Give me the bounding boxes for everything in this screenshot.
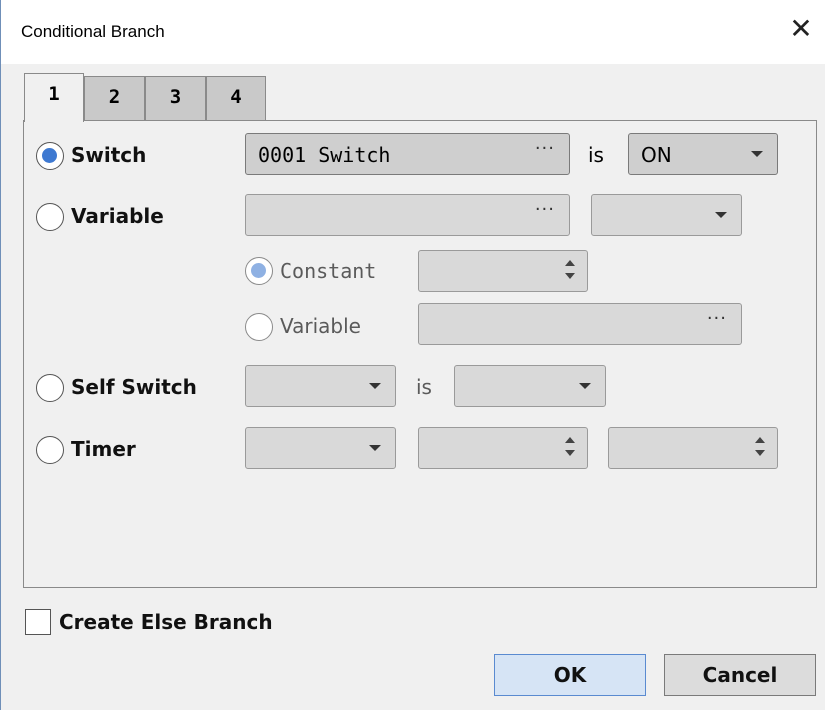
variable-operator-dropdown[interactable]: [591, 194, 742, 236]
switch-radio[interactable]: [36, 142, 64, 170]
self-switch-state-dropdown[interactable]: [454, 365, 606, 407]
title-bar: Conditional Branch ✕: [1, 0, 825, 64]
timer-seconds-input[interactable]: [608, 427, 778, 469]
cancel-button[interactable]: Cancel: [664, 654, 816, 696]
spin-up-icon[interactable]: [565, 260, 575, 266]
timer-operator-dropdown[interactable]: [245, 427, 396, 469]
ok-button[interactable]: OK: [494, 654, 646, 696]
dialog-title: Conditional Branch: [21, 22, 165, 41]
switch-label: Switch: [71, 143, 147, 167]
create-else-branch-checkbox[interactable]: [25, 609, 51, 635]
timer-label: Timer: [71, 437, 136, 461]
ellipsis-icon[interactable]: ···: [707, 308, 727, 329]
switch-state-value: ON: [641, 143, 672, 167]
spin-down-icon[interactable]: [755, 450, 765, 456]
close-icon[interactable]: ✕: [786, 14, 816, 44]
spin-down-icon[interactable]: [565, 273, 575, 279]
compare-variable-radio[interactable]: [245, 313, 273, 341]
tab-1[interactable]: 1: [24, 73, 84, 122]
tab-3[interactable]: 3: [145, 76, 206, 120]
switch-value: 0001 Switch: [258, 143, 391, 167]
switch-state-dropdown[interactable]: ON: [628, 133, 778, 175]
chevron-down-icon: [751, 151, 763, 157]
spin-up-icon[interactable]: [755, 437, 765, 443]
constant-number-input[interactable]: [418, 250, 588, 292]
chevron-down-icon: [579, 383, 591, 389]
self-switch-dropdown[interactable]: [245, 365, 396, 407]
tab-panel: [23, 120, 817, 588]
variable-select-field[interactable]: ···: [245, 194, 570, 236]
self-switch-is-label: is: [416, 375, 432, 399]
conditional-branch-dialog: Conditional Branch ✕ 1 2 3 4 Switch 0001…: [0, 0, 825, 710]
tab-4[interactable]: 4: [206, 76, 266, 120]
self-switch-label: Self Switch: [71, 375, 197, 399]
ellipsis-icon[interactable]: ···: [535, 138, 555, 159]
switch-is-label: is: [588, 143, 604, 167]
timer-radio[interactable]: [36, 436, 64, 464]
chevron-down-icon: [369, 445, 381, 451]
spin-down-icon[interactable]: [565, 450, 575, 456]
compare-variable-label: Variable: [280, 314, 361, 338]
spin-up-icon[interactable]: [565, 437, 575, 443]
compare-variable-field[interactable]: ···: [418, 303, 742, 345]
constant-label: Constant: [280, 259, 377, 283]
tab-2[interactable]: 2: [84, 76, 145, 120]
timer-minutes-input[interactable]: [418, 427, 588, 469]
chevron-down-icon: [369, 383, 381, 389]
create-else-branch-label: Create Else Branch: [59, 610, 273, 634]
variable-radio[interactable]: [36, 203, 64, 231]
chevron-down-icon: [715, 212, 727, 218]
constant-radio[interactable]: [245, 257, 273, 285]
switch-select-field[interactable]: 0001 Switch ···: [245, 133, 570, 175]
self-switch-radio[interactable]: [36, 374, 64, 402]
ellipsis-icon[interactable]: ···: [535, 199, 555, 220]
variable-label: Variable: [71, 204, 164, 228]
